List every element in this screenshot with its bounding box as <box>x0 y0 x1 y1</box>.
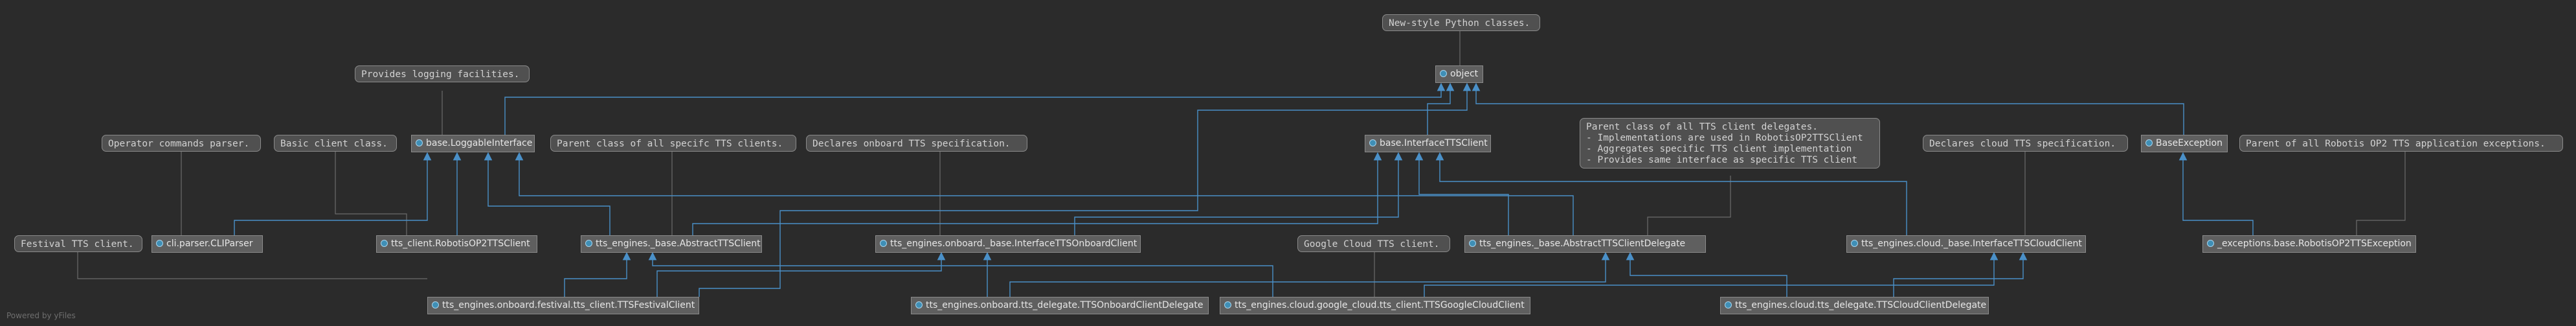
edge-abstractdelegate-loggable <box>515 152 1574 235</box>
class-label: base.InterfaceTTSClient <box>1380 138 1488 148</box>
class-icon <box>156 240 163 247</box>
class-icon <box>416 139 423 146</box>
class-label: BaseException <box>2156 138 2223 148</box>
note-operator: Operator commands parser. <box>102 135 261 152</box>
class-label: object <box>1450 69 1479 79</box>
class-loggable-interface[interactable]: base.LoggableInterface <box>411 135 535 152</box>
class-icon <box>585 240 592 247</box>
edge-google-cloud <box>1424 251 1999 297</box>
class-icon <box>1725 301 1732 309</box>
edge-exception-baseexception <box>2178 152 2254 235</box>
powered-by-footer: Powered by yFiles <box>6 311 76 320</box>
note-cloud-spec: Declares cloud TTS specification. <box>1923 135 2128 152</box>
note-exceptions: Parent of all Robotis OP2 TTS applicatio… <box>2239 135 2563 152</box>
class-diagram: New-style Python classes. Provides loggi… <box>0 0 2576 326</box>
class-icon <box>1440 70 1447 77</box>
note-basic: Basic client class. <box>274 135 397 152</box>
class-icon <box>2207 240 2214 247</box>
class-tts-onboard-client-delegate[interactable]: tts_engines.onboard.tts_delegate.TTSOnbo… <box>911 297 1209 314</box>
note-festival: Festival TTS client. <box>14 235 142 252</box>
class-interface-tts-onboard-client[interactable]: tts_engines.onboard._base.InterfaceTTSOn… <box>875 235 1141 253</box>
class-icon <box>915 301 923 309</box>
note-link-festival <box>77 251 427 279</box>
class-label: base.LoggableInterface <box>426 138 533 148</box>
class-object[interactable]: object <box>1435 65 1483 83</box>
edge-festival-abstractclient <box>564 251 631 297</box>
diagram-edges <box>77 30 2406 297</box>
class-tts-festival-client[interactable]: tts_engines.onboard.festival.tts_client.… <box>427 297 699 314</box>
edge-onboarddelegate-delegate <box>1009 251 1610 297</box>
class-robotis-tts-client[interactable]: tts_client.RobotisOP2TTSClient <box>376 235 537 253</box>
class-tts-google-cloud-client[interactable]: tts_engines.cloud.google_cloud.tts_clien… <box>1220 297 1530 314</box>
class-icon <box>1469 240 1476 247</box>
class-icon <box>2145 139 2153 146</box>
note-new-style: New-style Python classes. <box>1382 14 1540 31</box>
note-delegates: Parent class of all TTS client delegates… <box>1580 118 1880 169</box>
edge-abstractclient-loggable <box>484 152 610 235</box>
edge-clouddelegate-cloud <box>1893 251 2028 297</box>
edge-loggable-object <box>504 82 1446 135</box>
class-label: tts_engines.onboard.festival.tts_client.… <box>442 300 695 310</box>
class-icon <box>1369 139 1376 146</box>
edge-clouddelegate-delegate <box>1626 251 1787 297</box>
class-label: tts_engines._base.AbstractTTSClientDeleg… <box>1479 239 1686 249</box>
edge-interface-object <box>1427 82 1455 135</box>
note-google: Google Cloud TTS client. <box>1297 235 1450 252</box>
class-icon <box>1851 240 1858 247</box>
class-icon <box>1224 301 1231 309</box>
class-base-exception[interactable]: BaseException <box>2141 135 2228 152</box>
class-label: tts_engines.onboard.tts_delegate.TTSOnbo… <box>926 300 1204 310</box>
note-link-delegates <box>1647 176 1731 235</box>
note-logging: Provides logging facilities. <box>355 65 530 82</box>
edge-abstractclient-interface <box>692 152 1382 235</box>
class-cli-parser[interactable]: cli.parser.CLIParser <box>151 235 263 253</box>
edge-google-abstractclient <box>648 251 1273 297</box>
class-abstract-tts-client-delegate[interactable]: tts_engines._base.AbstractTTSClientDeleg… <box>1464 235 1706 253</box>
class-interface-tts-cloud-client[interactable]: tts_engines.cloud._base.InterfaceTTSClou… <box>1846 235 2086 253</box>
edge-festival-object <box>699 82 1472 297</box>
class-interface-tts-client[interactable]: base.InterfaceTTSClient <box>1365 135 1491 152</box>
class-label: tts_engines._base.AbstractTTSClient <box>596 239 761 249</box>
class-icon <box>880 240 887 247</box>
class-label: tts_engines.cloud.tts_delegate.TTSCloudC… <box>1735 300 1987 310</box>
class-icon <box>381 240 388 247</box>
class-label: cli.parser.CLIParser <box>166 239 253 249</box>
note-parent-tts: Parent class of all specifc TTS clients. <box>550 135 796 152</box>
edge-onboard-interface <box>1074 152 1403 235</box>
edge-abstractdelegate-interface <box>1415 152 1509 235</box>
class-label: tts_engines.onboard._base.InterfaceTTSOn… <box>890 239 1137 249</box>
class-abstract-tts-client[interactable]: tts_engines._base.AbstractTTSClient <box>581 235 762 253</box>
note-onboard-spec: Declares onboard TTS specification. <box>806 135 1027 152</box>
class-tts-cloud-client-delegate[interactable]: tts_engines.cloud.tts_delegate.TTSCloudC… <box>1720 297 1989 314</box>
class-label: _exceptions.base.RobotisOP2TTSException <box>2217 239 2412 249</box>
edge-festival-onboard <box>656 251 946 297</box>
class-label: tts_engines.cloud._base.InterfaceTTSClou… <box>1861 239 2082 249</box>
class-label: tts_client.RobotisOP2TTSClient <box>391 239 530 249</box>
class-label: tts_engines.cloud.google_cloud.tts_clien… <box>1235 300 1525 310</box>
inheritance-edges <box>234 82 2254 297</box>
edge-cliparser-loggable <box>234 152 432 235</box>
note-link-exceptions <box>2356 152 2406 235</box>
note-link-basic <box>335 152 407 235</box>
class-icon <box>432 301 439 309</box>
class-robotis-tts-exception[interactable]: _exceptions.base.RobotisOP2TTSException <box>2202 235 2416 253</box>
